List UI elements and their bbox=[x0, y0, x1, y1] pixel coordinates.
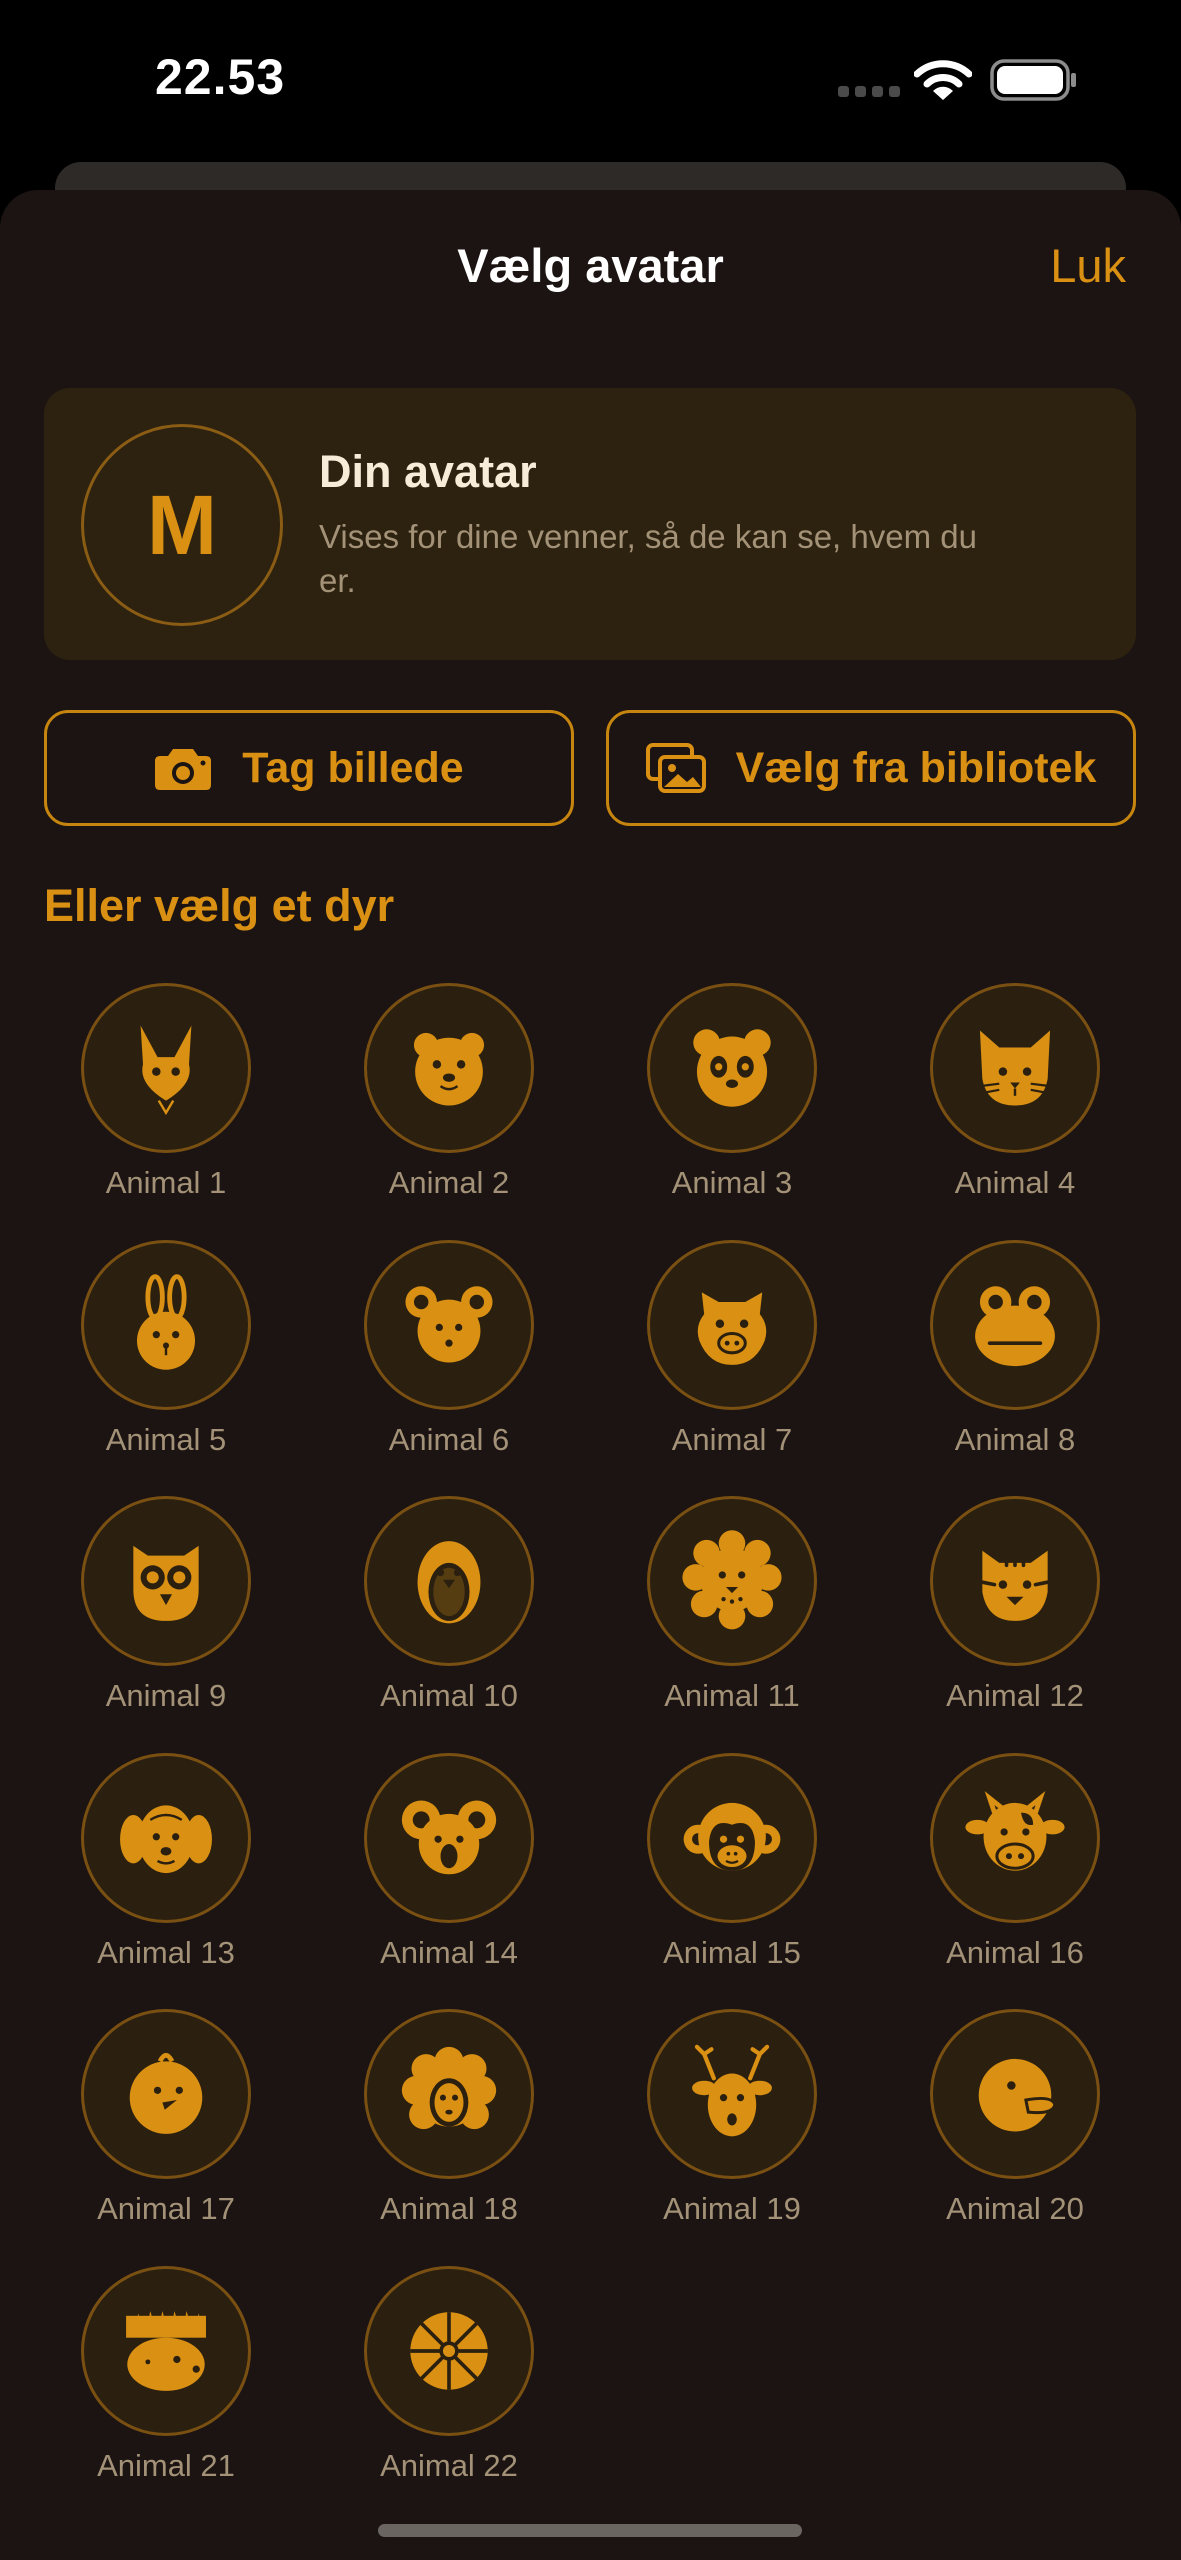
duck-icon bbox=[978, 2058, 1057, 2132]
turtle-icon bbox=[410, 2311, 488, 2390]
animal-label: Animal 11 bbox=[664, 1678, 800, 1713]
animal-avatar-circle bbox=[364, 1239, 534, 1410]
animal-option[interactable]: Animal 19 bbox=[612, 2009, 852, 2229]
animal-avatar-circle bbox=[647, 1752, 817, 1923]
animal-avatar-circle bbox=[930, 1752, 1100, 1923]
animal-option[interactable]: Animal 20 bbox=[895, 2009, 1135, 2229]
animal-avatar-circle bbox=[81, 1752, 251, 1923]
fox-icon bbox=[140, 1025, 192, 1116]
animal-option[interactable]: Animal 11 bbox=[612, 1496, 852, 1716]
animal-label: Animal 13 bbox=[97, 1934, 235, 1970]
animal-avatar-circle bbox=[81, 1496, 251, 1666]
animal-avatar-circle bbox=[930, 1239, 1100, 1410]
animal-label: Animal 7 bbox=[671, 1421, 793, 1457]
animal-option[interactable]: Animal 21 bbox=[46, 2265, 286, 2486]
panda-icon bbox=[693, 1029, 771, 1107]
animal-label: Animal 17 bbox=[97, 2191, 235, 2226]
animal-option[interactable]: Animal 6 bbox=[329, 1239, 569, 1460]
animal-avatar-circle bbox=[81, 2265, 251, 2436]
animal-option[interactable]: Animal 17 bbox=[46, 2009, 286, 2229]
animal-option[interactable]: Animal 8 bbox=[895, 1239, 1135, 1460]
animal-label: Animal 18 bbox=[380, 2191, 518, 2226]
animal-label: Animal 22 bbox=[380, 2447, 518, 2483]
home-indicator bbox=[378, 2524, 802, 2537]
pig-icon bbox=[697, 1291, 767, 1365]
cat-icon bbox=[979, 1030, 1051, 1106]
animal-avatar-circle bbox=[647, 1496, 817, 1666]
animal-option[interactable]: Animal 1 bbox=[46, 983, 286, 1203]
sheep-icon bbox=[401, 2046, 497, 2130]
dog-icon bbox=[120, 1804, 212, 1873]
animal-label: Animal 3 bbox=[671, 1165, 793, 1200]
animal-label: Animal 2 bbox=[388, 1165, 510, 1200]
animal-option[interactable]: Animal 9 bbox=[46, 1496, 286, 1716]
animal-grid: Animal 1 Animal 2 Animal 3 Animal 4 Animal 5… bbox=[0, 190, 1181, 2560]
animal-label: Animal 21 bbox=[97, 2447, 235, 2483]
animal-avatar-circle bbox=[81, 2009, 251, 2179]
animal-avatar-circle bbox=[81, 983, 251, 1153]
animal-option[interactable]: Animal 2 bbox=[329, 983, 569, 1203]
animal-label: Animal 15 bbox=[663, 1934, 801, 1970]
penguin-icon bbox=[417, 1541, 481, 1624]
animal-option[interactable]: Animal 3 bbox=[612, 983, 852, 1203]
animal-option[interactable]: Animal 14 bbox=[329, 1752, 569, 1973]
mouse-icon bbox=[405, 1285, 493, 1362]
cellular-signal-icon bbox=[838, 86, 900, 98]
animal-avatar-circle bbox=[647, 2009, 817, 2179]
deer-icon bbox=[692, 2044, 772, 2137]
avatar-picker-sheet: Vælg avatar Luk M Din avatar Vises for d… bbox=[0, 190, 1181, 2560]
status-bar: 22.53 bbox=[0, 0, 1181, 160]
animal-option[interactable]: Animal 10 bbox=[329, 1496, 569, 1716]
animal-label: Animal 12 bbox=[946, 1678, 1084, 1713]
animal-avatar-circle bbox=[364, 2265, 534, 2436]
cow-icon bbox=[965, 1790, 1065, 1871]
animal-label: Animal 16 bbox=[946, 1934, 1084, 1970]
animal-option[interactable]: Animal 15 bbox=[612, 1752, 852, 1973]
animal-label: Animal 4 bbox=[954, 1165, 1076, 1200]
wifi-icon bbox=[914, 60, 972, 100]
animal-avatar-circle bbox=[81, 1239, 251, 1410]
animal-avatar-circle bbox=[364, 1752, 534, 1923]
battery-icon bbox=[990, 59, 1076, 101]
chick-icon bbox=[129, 2052, 203, 2134]
animal-avatar-circle bbox=[647, 1239, 817, 1410]
animal-option[interactable]: Animal 7 bbox=[612, 1239, 852, 1460]
status-time: 22.53 bbox=[155, 49, 286, 105]
animal-option[interactable]: Animal 16 bbox=[895, 1752, 1135, 1973]
hedgehog-icon bbox=[126, 2310, 206, 2391]
animal-avatar-circle bbox=[930, 2009, 1100, 2179]
animal-label: Animal 8 bbox=[954, 1421, 1076, 1457]
animal-label: Animal 6 bbox=[388, 1421, 510, 1457]
tiger-icon bbox=[980, 1546, 1050, 1621]
owl-icon bbox=[133, 1545, 199, 1621]
animal-avatar-circle bbox=[364, 1496, 534, 1666]
animal-label: Animal 10 bbox=[380, 1678, 518, 1713]
animal-option[interactable]: Animal 4 bbox=[895, 983, 1135, 1203]
animal-label: Animal 19 bbox=[663, 2191, 801, 2226]
frog-icon bbox=[975, 1285, 1055, 1366]
animal-avatar-circle bbox=[364, 983, 534, 1153]
animal-option[interactable]: Animal 18 bbox=[329, 2009, 569, 2229]
animal-option[interactable]: Animal 13 bbox=[46, 1752, 286, 1973]
bear-icon bbox=[413, 1032, 485, 1106]
lion-icon bbox=[682, 1530, 782, 1630]
rabbit-icon bbox=[136, 1273, 196, 1370]
animal-label: Animal 14 bbox=[380, 1934, 518, 1970]
animal-avatar-circle bbox=[364, 2009, 534, 2179]
animal-option[interactable]: Animal 12 bbox=[895, 1496, 1135, 1716]
animal-avatar-circle bbox=[930, 1496, 1100, 1666]
animal-option[interactable]: Animal 5 bbox=[46, 1239, 286, 1460]
animal-label: Animal 9 bbox=[105, 1678, 227, 1713]
koala-icon bbox=[401, 1800, 497, 1874]
animal-option[interactable]: Animal 22 bbox=[329, 2265, 569, 2486]
animal-avatar-circle bbox=[647, 983, 817, 1153]
animal-avatar-circle bbox=[930, 983, 1100, 1153]
animal-label: Animal 20 bbox=[946, 2191, 1084, 2226]
animal-label: Animal 1 bbox=[105, 1165, 227, 1200]
monkey-icon bbox=[683, 1802, 781, 1871]
animal-label: Animal 5 bbox=[105, 1421, 227, 1457]
